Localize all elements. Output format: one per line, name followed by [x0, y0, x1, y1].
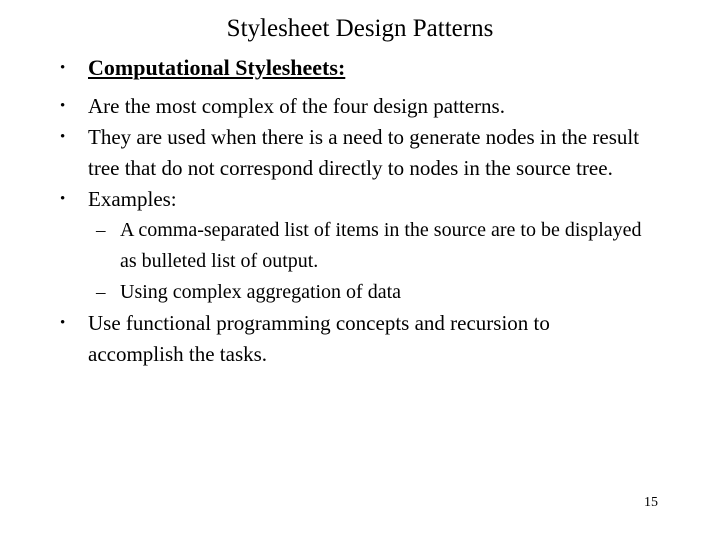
list-item: • Are the most complex of the four desig…	[0, 91, 720, 122]
list-item-label: Computational Stylesheets:	[88, 55, 346, 80]
list-item-label: Are the most complex of the four design …	[88, 94, 505, 118]
sub-list-item-label: A comma-separated list of items in the s…	[120, 219, 642, 272]
bullet-dot-icon: •	[60, 129, 66, 145]
list-item-label: Use functional programming concepts and …	[88, 311, 550, 366]
bullet-dot-icon: •	[60, 191, 66, 207]
presentation-slide: Stylesheet Design Patterns • Computation…	[0, 0, 720, 540]
bullet-dot-icon: •	[60, 60, 66, 76]
dash-marker-icon: –	[96, 220, 106, 241]
list-item: • They are used when there is a need to …	[0, 122, 720, 184]
page-title: Stylesheet Design Patterns	[226, 15, 494, 42]
bullet-dot-icon: •	[60, 315, 66, 331]
list-item-label: Examples:	[88, 187, 177, 211]
slide-body-list: • Computational Stylesheets: • Are the m…	[0, 52, 720, 370]
dash-marker-icon: –	[96, 282, 106, 303]
list-item: • Examples:	[0, 184, 720, 215]
list-item-label: They are used when there is a need to ge…	[88, 125, 640, 180]
sub-list-item: – Using complex aggregation of data	[0, 277, 720, 308]
sub-list-item-label: Using complex aggregation of data	[120, 281, 402, 303]
page-number: 15	[644, 495, 658, 510]
list-item: • Computational Stylesheets:	[0, 52, 720, 84]
bullet-dot-icon: •	[60, 98, 66, 114]
list-item: • Use functional programming concepts an…	[0, 308, 720, 370]
sub-list-item: – A comma-separated list of items in the…	[0, 215, 720, 277]
